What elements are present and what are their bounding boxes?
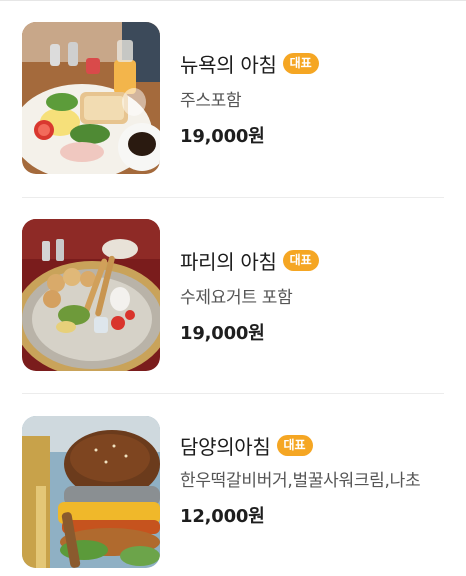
menu-price: 19,000원	[180, 323, 265, 344]
top-divider	[0, 0, 466, 1]
signature-badge: 대표	[282, 52, 319, 74]
item-divider	[22, 197, 444, 198]
menu-thumbnail[interactable]	[22, 22, 160, 174]
menu-name-row: 뉴욕의 아침 대표	[180, 48, 448, 78]
menu-thumbnail[interactable]	[22, 219, 160, 371]
menu-item-paris[interactable]: 파리의 아침 대표 수제요거트 포함 19,000원	[0, 219, 466, 379]
menu-description: 한우떡갈비버거,벌꿀사워크림,나초	[180, 471, 421, 491]
menu-info: 파리의 아침 대표 수제요거트 포함 19,000원	[180, 245, 448, 345]
menu-info: 뉴욕의 아침 대표 주스포함 19,000원	[180, 48, 448, 148]
menu-item-new-york[interactable]: 뉴욕의 아침 대표 주스포함 19,000원	[0, 22, 466, 182]
menu-price: 19,000원	[180, 126, 265, 147]
new-york-breakfast-image	[22, 22, 160, 174]
menu-name: 뉴욕의 아침	[180, 52, 277, 77]
paris-breakfast-image	[22, 219, 160, 371]
menu-name: 담양의아침	[180, 434, 271, 459]
item-divider	[22, 393, 444, 394]
menu-price: 12,000원	[180, 506, 265, 527]
menu-thumbnail[interactable]	[22, 416, 160, 568]
menu-list-page: 뉴욕의 아침 대표 주스포함 19,000원 파리의 아침 대표 수제요거트 포…	[0, 0, 466, 576]
menu-name: 파리의 아침	[180, 249, 277, 274]
signature-badge: 대표	[282, 249, 319, 271]
damyang-burger-image	[22, 416, 160, 568]
menu-description: 수제요거트 포함	[180, 288, 293, 308]
menu-name-row: 담양의아침 대표	[180, 430, 448, 460]
menu-info: 담양의아침 대표 한우떡갈비버거,벌꿀사워크림,나초 12,000원	[180, 430, 448, 528]
signature-badge: 대표	[276, 434, 313, 456]
menu-description: 주스포함	[180, 91, 242, 111]
menu-name-row: 파리의 아침 대표	[180, 245, 448, 275]
menu-item-damyang[interactable]: 담양의아침 대표 한우떡갈비버거,벌꿀사워크림,나초 12,000원	[0, 416, 466, 576]
